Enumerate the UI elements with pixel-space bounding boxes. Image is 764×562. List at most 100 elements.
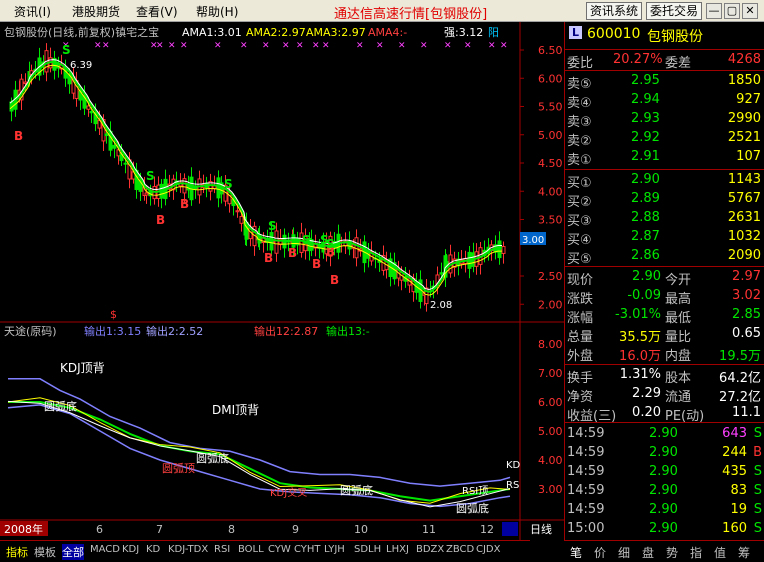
ask-volume: 2990 (727, 111, 761, 126)
signal-marker: ✕ (102, 41, 110, 51)
yang-label: 阳 (488, 26, 499, 39)
fund-row[interactable]: 收益(三) 0.20 PE(动) 11.1 (565, 404, 764, 424)
minimize-icon[interactable]: — (706, 3, 722, 19)
candle-body (89, 111, 94, 114)
bid-row[interactable]: 买③ 2.88 2631 (565, 209, 764, 229)
signal-marker: ✕ (420, 41, 428, 51)
ask-row[interactable]: 卖③ 2.93 2990 (565, 110, 764, 130)
indicator-tab[interactable]: CYW (268, 544, 291, 555)
x-axis-scroll-handle[interactable] (502, 522, 518, 536)
right-panel-tab[interactable]: 盘 (642, 544, 654, 561)
right-panel-tab[interactable]: 值 (714, 544, 726, 561)
day-line-label[interactable]: 日线 (530, 522, 552, 536)
signal-marker: ✕ (398, 41, 406, 51)
trade-button[interactable]: 委托交易 (646, 2, 703, 20)
bid-row[interactable]: 买① 2.90 1143 (565, 171, 764, 191)
fund-row[interactable]: 换手 1.31% 股本 64.2亿 (565, 366, 764, 386)
kdj-top-annotation: KDJ顶背 (60, 361, 105, 375)
stat-value: 2.97 (732, 269, 761, 284)
tick-volume: 643 (722, 426, 747, 441)
stat-row[interactable]: 涨幅 -3.01% 最低 2.85 (565, 306, 764, 326)
right-panel-tab[interactable]: 指 (690, 544, 702, 561)
signal-marker: ✕ (214, 41, 222, 51)
weicha-label: 委差 (665, 56, 692, 71)
tick-price: 2.90 (649, 426, 678, 441)
info-system-button[interactable]: 资讯系统 (586, 2, 643, 20)
indicator-tab[interactable]: KDJ (122, 544, 139, 555)
tick-row[interactable]: 14:59 2.90 244 B (565, 444, 764, 462)
arc-top-annotation: 圆弧顶 (162, 461, 195, 475)
indicator-tab[interactable]: BDZX (416, 544, 444, 555)
tick-price: 2.90 (649, 445, 678, 460)
maximize-icon[interactable]: ▢ (724, 3, 740, 19)
indicator-tab[interactable]: ZBCD (446, 544, 474, 555)
fund-label: 净资 (567, 390, 594, 405)
bid-row[interactable]: 买④ 2.87 1032 (565, 228, 764, 248)
kline-chart[interactable]: 包钢股份(日线,前复权)镇宅之宝 AMA1:3.01 AMA2:2.97 AMA… (0, 22, 564, 540)
signal-white-line (7, 400, 511, 508)
close-icon[interactable]: ✕ (742, 3, 758, 19)
top-markers-row: ✕ ✕ ✕ ✕✕ ✕ ✕ ✕ ✕ ✕ ✕ ✕ ✕ ✕ ✕ ✕ ✕ ✕ ✕ ✕ ✕ ✕ (62, 41, 508, 51)
tick-row[interactable]: 14:59 2.90 435 S (565, 463, 764, 481)
indicator-tab[interactable]: 全部 (62, 544, 84, 560)
ama3-label: AMA3:2.97 (306, 26, 366, 39)
stat-label: 涨跌 (567, 292, 594, 307)
ask-volume: 2521 (727, 130, 761, 145)
ask-row[interactable]: 卖④ 2.94 927 (565, 91, 764, 111)
indicator-tab[interactable]: 指标 (6, 544, 28, 560)
indicator-tab[interactable]: 模板 (34, 544, 56, 560)
stat-label: 外盘 (567, 349, 594, 364)
menu-view[interactable]: 查看(V) (136, 3, 178, 20)
ask-price: 2.91 (631, 149, 660, 164)
stat-value: 2.85 (732, 307, 761, 322)
price-axis-label: 3.50 (538, 214, 563, 227)
indicator-tab[interactable]: LYJH (324, 544, 345, 555)
fund-row[interactable]: 净资 2.29 流通 27.2亿 (565, 385, 764, 405)
stat-row[interactable]: 涨跌 -0.09 最高 3.02 (565, 287, 764, 307)
menu-hk-futures[interactable]: 港股期货 (72, 3, 120, 20)
ask-price: 2.94 (631, 92, 660, 107)
kline-chart-area[interactable]: 包钢股份(日线,前复权)镇宅之宝 AMA1:3.01 AMA2:2.97 AMA… (0, 22, 564, 540)
bid-row[interactable]: 买② 2.89 5767 (565, 190, 764, 210)
stat-row[interactable]: 总量 35.5万 量比 0.65 (565, 325, 764, 345)
dmi-top-annotation: DMI顶背 (212, 403, 259, 417)
indicator-tab[interactable]: CJDX (476, 544, 500, 555)
sub-axis-label: 7.00 (538, 367, 563, 380)
price-axis-labels: 6.50 6.00 5.50 5.00 4.50 4.00 3.50 2.50 2.00 (520, 44, 563, 311)
right-panel-tab[interactable]: 细 (618, 544, 630, 561)
kdj-cross-annotation: KDJ交叉 (270, 486, 307, 499)
right-panel-tab[interactable]: 价 (594, 544, 606, 561)
right-panel-tab[interactable]: 势 (666, 544, 678, 561)
tick-row[interactable]: 14:59 2.90 643 S (565, 425, 764, 443)
indicator-tab[interactable]: SDLH (354, 544, 381, 555)
indicator-tab[interactable]: RSI (214, 544, 230, 555)
stat-row[interactable]: 外盘 16.0万 内盘 19.5万 (565, 344, 764, 364)
indicator-tab[interactable]: LHXJ (386, 544, 409, 555)
signal-marker: ✕ (262, 41, 270, 51)
bid-row[interactable]: 买⑤ 2.86 2090 (565, 247, 764, 267)
stat-row[interactable]: 现价 2.90 今开 2.97 (565, 268, 764, 288)
tick-flag: S (753, 502, 762, 517)
menu-info[interactable]: 资讯(I) (14, 3, 51, 20)
fund-label: 换手 (567, 371, 594, 386)
ask-row[interactable]: 卖⑤ 2.95 1850 (565, 72, 764, 92)
stat-value: 3.02 (732, 288, 761, 303)
stock-name: 包钢股份 (647, 29, 703, 45)
arc-bottom-annotation-4: 圆弧底 (456, 501, 489, 515)
ask-row[interactable]: 卖① 2.91 107 (565, 148, 764, 168)
ask-price: 2.93 (631, 111, 660, 126)
indicator-tab[interactable]: MACD (90, 544, 120, 555)
tick-row[interactable]: 14:59 2.90 83 S (565, 482, 764, 500)
menu-help[interactable]: 帮助(H) (196, 3, 238, 20)
indicator-tab[interactable]: KDJ-TDX (168, 544, 208, 555)
ask-row[interactable]: 卖② 2.92 2521 (565, 129, 764, 149)
tick-row[interactable]: 14:59 2.90 19 S (565, 501, 764, 519)
right-panel-tab[interactable]: 筹 (738, 544, 750, 561)
indicator-tab[interactable]: CYHT (294, 544, 321, 555)
bid-label: 买⑤ (567, 252, 592, 267)
tick-row[interactable]: 15:00 2.90 160 S (565, 520, 764, 538)
indicator-tab[interactable]: KD (146, 544, 160, 555)
indicator-tab[interactable]: BOLL (238, 544, 264, 555)
signal-marker: ✕ (94, 41, 102, 51)
right-panel-tab[interactable]: 笔 (570, 544, 582, 561)
